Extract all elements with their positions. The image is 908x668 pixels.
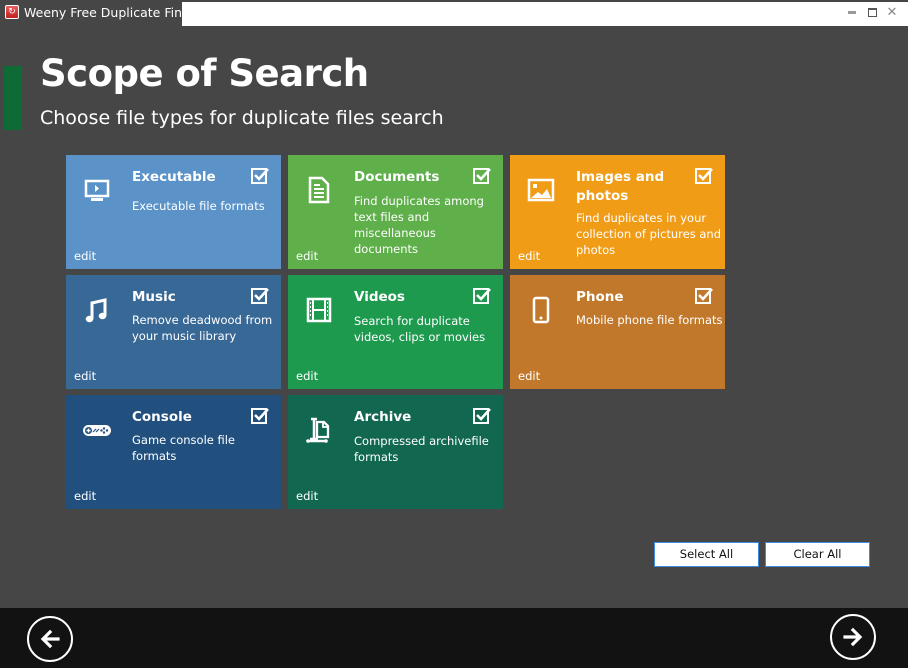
window-title: Weeny Free Duplicate Finder [24, 5, 203, 20]
tile-checkbox[interactable] [251, 288, 269, 304]
tile-title: Archive [354, 409, 412, 425]
title-bar-drag-area[interactable] [182, 2, 908, 26]
select-all-button[interactable]: Select All [654, 542, 759, 567]
tile-edit-link[interactable]: edit [74, 489, 96, 503]
minimize-icon [848, 11, 856, 14]
document-icon [304, 175, 334, 205]
tile-videos[interactable]: Videos Search for duplicate videos, clips… [288, 275, 503, 389]
tile-edit-link[interactable]: edit [296, 489, 318, 503]
tile-title: Executable [132, 169, 216, 185]
tile-music[interactable]: Music Remove deadwood from your music lib… [66, 275, 281, 389]
tile-phone[interactable]: Phone Mobile phone file formats edit [510, 275, 725, 389]
tile-description: Find duplicates among text files and mis… [354, 194, 484, 256]
page-title: Scope of Search [40, 52, 369, 95]
minimize-button[interactable] [842, 5, 862, 21]
phone-icon [526, 295, 556, 325]
gamepad-icon [82, 415, 112, 445]
page-subtitle: Choose file types for duplicate files se… [40, 107, 444, 129]
app-logo-icon: ↻ [5, 5, 19, 19]
monitor-icon [82, 175, 112, 205]
tile-edit-link[interactable]: edit [74, 249, 96, 263]
tile-title: Documents [354, 169, 440, 185]
music-note-icon [82, 295, 112, 325]
next-button[interactable] [830, 614, 876, 660]
tile-description: Remove deadwood from your music library [132, 313, 273, 343]
maximize-icon [867, 8, 877, 17]
tile-checkbox[interactable] [473, 168, 491, 184]
tile-title: Images and photos [576, 169, 665, 204]
tile-images-and-photos[interactable]: Images and photos Find duplicates in your… [510, 155, 725, 269]
tile-edit-link[interactable]: edit [74, 369, 96, 383]
header-accent-bar [4, 66, 22, 130]
clear-all-button[interactable]: Clear All [765, 542, 870, 567]
close-icon: ✕ [886, 5, 898, 20]
tile-title: Music [132, 289, 176, 305]
archive-icon [304, 415, 334, 445]
tile-edit-link[interactable]: edit [296, 249, 318, 263]
tile-executable[interactable]: Executable Executable file formats edit [66, 155, 281, 269]
tile-title: Console [132, 409, 192, 425]
tile-checkbox[interactable] [695, 168, 713, 184]
tile-description: Search for duplicate videos, clips or mo… [354, 314, 486, 344]
tile-edit-link[interactable]: edit [518, 249, 540, 263]
maximize-button[interactable] [862, 5, 882, 21]
tile-title: Phone [576, 289, 624, 305]
film-icon [304, 295, 334, 325]
title-bar: ↻ Weeny Free Duplicate Finder ✕ [0, 0, 908, 27]
footer-bar [0, 608, 908, 668]
tile-edit-link[interactable]: edit [518, 369, 540, 383]
tile-title: Videos [354, 289, 405, 305]
tile-console[interactable]: Console Game console file formats edit [66, 395, 281, 509]
close-button[interactable]: ✕ [882, 5, 902, 21]
tile-description: Mobile phone file formats [576, 313, 723, 327]
tile-checkbox[interactable] [473, 408, 491, 424]
tile-checkbox[interactable] [695, 288, 713, 304]
tile-description: Executable file formats [132, 199, 265, 213]
tile-checkbox[interactable] [473, 288, 491, 304]
tile-documents[interactable]: Documents Find duplicates among text file… [288, 155, 503, 269]
tile-description: Game console file formats [132, 433, 236, 463]
image-icon [526, 175, 556, 205]
back-button[interactable] [27, 616, 73, 662]
back-arrow-icon [40, 629, 60, 649]
tile-edit-link[interactable]: edit [296, 369, 318, 383]
tile-description: Compressed archivefile formats [354, 434, 489, 464]
next-arrow-icon [843, 627, 863, 647]
tile-description: Find duplicates in your collection of pi… [576, 211, 722, 257]
tile-checkbox[interactable] [251, 408, 269, 424]
tile-archive[interactable]: Archive Compressed archivefile formats edi… [288, 395, 503, 509]
tile-checkbox[interactable] [251, 168, 269, 184]
